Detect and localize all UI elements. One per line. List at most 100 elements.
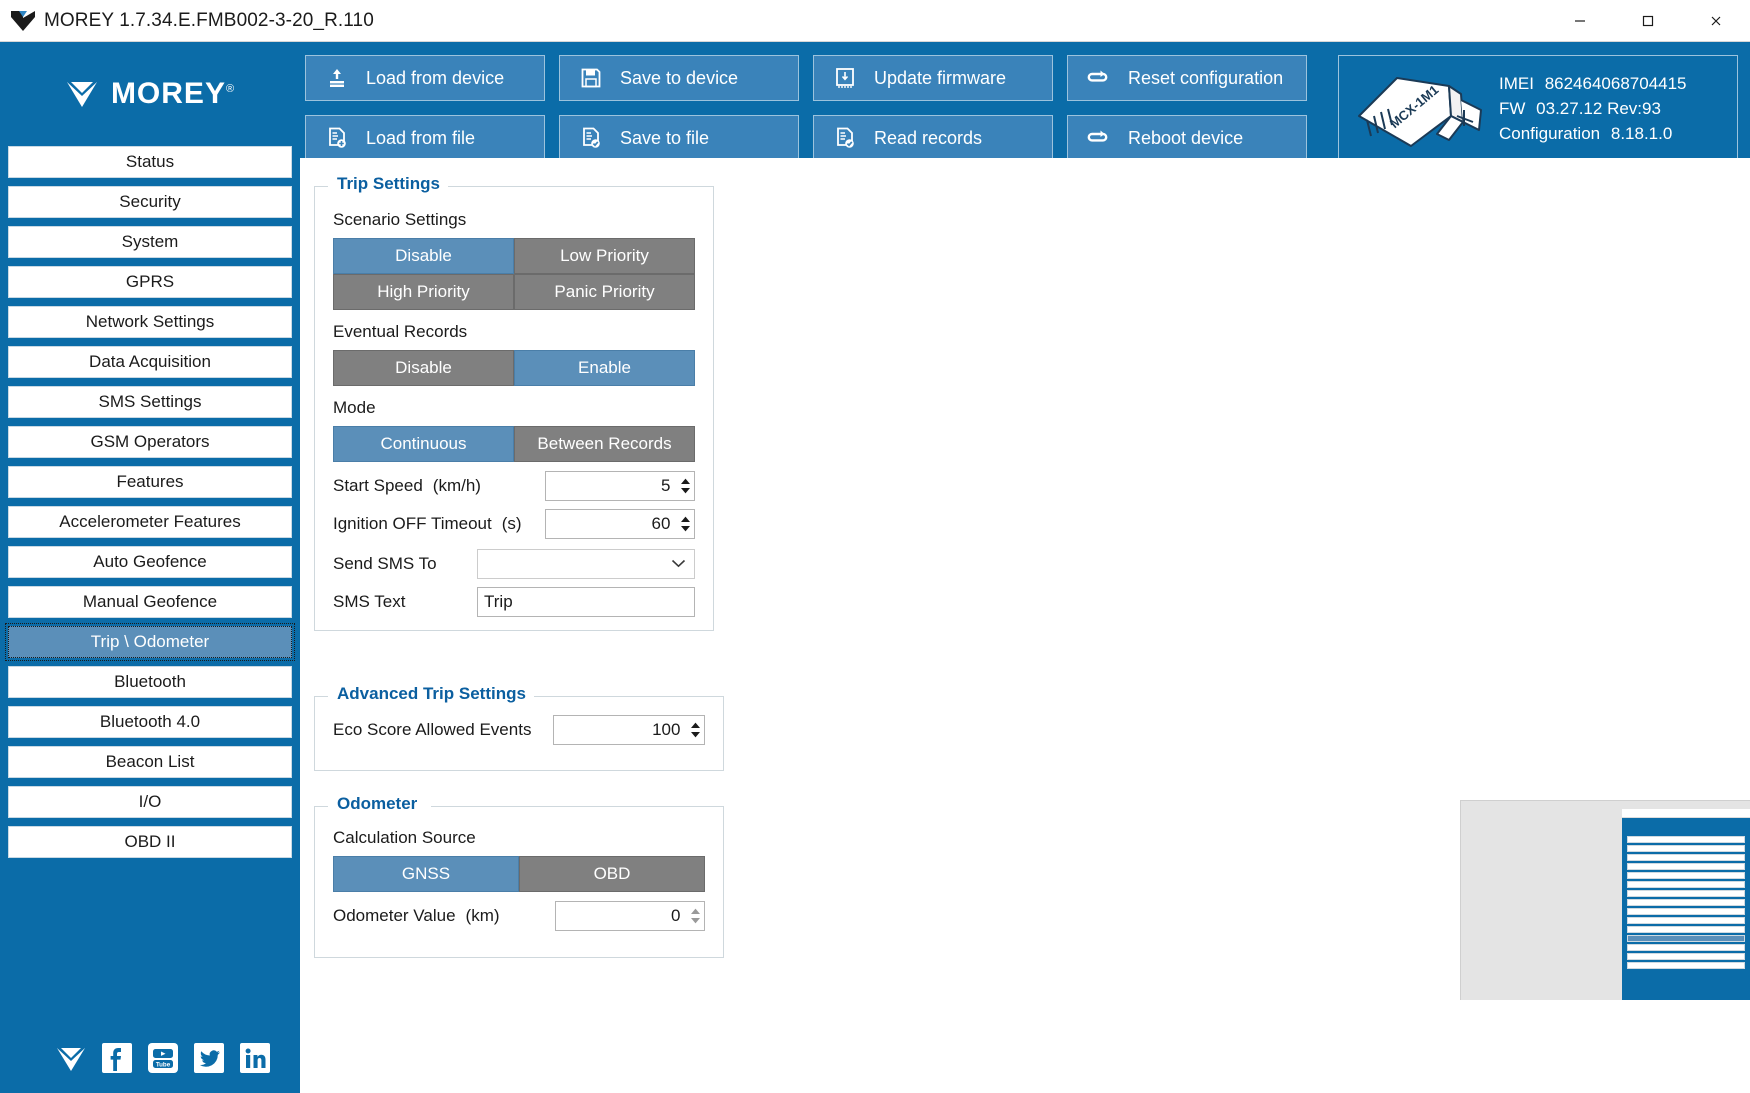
chevron-down-icon xyxy=(671,555,686,573)
scenario-panic-priority-button[interactable]: Panic Priority xyxy=(514,274,695,310)
sidebar-item-network-settings[interactable]: Network Settings xyxy=(8,306,292,338)
sidebar-item-label: Security xyxy=(119,192,181,211)
configuration-label: Configuration xyxy=(1499,123,1601,143)
sidebar-item-accelerometer-features[interactable]: Accelerometer Features xyxy=(8,506,292,538)
load-from-device-button[interactable]: Load from device xyxy=(305,55,545,101)
sidebar-item-gprs[interactable]: GPRS xyxy=(8,266,292,298)
ignition-off-timeout-spin-arrows[interactable] xyxy=(676,510,694,538)
eco-score-stepper[interactable] xyxy=(553,715,705,745)
sidebar-item-status[interactable]: Status xyxy=(8,146,292,178)
ignition-off-timeout-stepper[interactable] xyxy=(545,509,695,539)
tool-label: Save to file xyxy=(620,127,710,148)
reset-configuration-button[interactable]: Reset configuration xyxy=(1067,55,1307,101)
device-imei-line: IMEI 862464068704415 xyxy=(1499,71,1687,96)
title-bar: MOREY 1.7.34.E.FMB002-3-20_R.110 xyxy=(0,0,1750,42)
fw-value: 03.27.12 Rev:93 xyxy=(1536,98,1661,118)
brand-logo: MOREY® xyxy=(0,42,300,146)
advanced-trip-settings-title: Advanced Trip Settings xyxy=(329,684,534,704)
brand-name-text: MOREY xyxy=(110,77,226,110)
sidebar-item-manual-geofence[interactable]: Manual Geofence xyxy=(8,586,292,618)
scenario-disable-button[interactable]: Disable xyxy=(333,238,514,274)
svg-text:Tube: Tube xyxy=(156,1061,171,1068)
social-links: Tube xyxy=(54,1041,272,1075)
taskbar-preview-row-selected xyxy=(1627,935,1745,942)
taskbar-preview-thumbnail[interactable] xyxy=(1460,800,1750,1000)
sidebar-item-gsm-operators[interactable]: GSM Operators xyxy=(8,426,292,458)
save-to-device-button[interactable]: Save to device xyxy=(559,55,799,101)
scenario-settings-row-1: Disable Low Priority xyxy=(333,238,695,274)
sidebar-item-label: Features xyxy=(116,472,184,491)
sidebar-item-label: GPRS xyxy=(125,272,175,291)
mode-row: Continuous Between Records xyxy=(333,426,695,462)
imei-label: IMEI xyxy=(1499,73,1534,93)
ignition-off-timeout-input[interactable] xyxy=(546,510,677,538)
sidebar-item-security[interactable]: Security xyxy=(8,186,292,218)
calculation-source-obd-button[interactable]: OBD xyxy=(519,856,705,892)
start-speed-input[interactable] xyxy=(546,472,677,500)
ignition-off-timeout-row: Ignition OFF Timeout (s) xyxy=(333,508,695,540)
start-speed-spin-arrows[interactable] xyxy=(676,472,694,500)
facebook-icon[interactable] xyxy=(100,1041,134,1075)
mode-between-records-button[interactable]: Between Records xyxy=(514,426,695,462)
sidebar-item-obd-ii[interactable]: OBD II xyxy=(8,826,292,858)
seg-label: Between Records xyxy=(537,434,672,453)
group-top-border xyxy=(533,696,723,697)
close-button[interactable] xyxy=(1682,0,1750,42)
sidebar-item-label: Status xyxy=(125,152,175,171)
update-firmware-button[interactable]: Update firmware xyxy=(813,55,1053,101)
morey-logo-icon xyxy=(10,9,36,33)
window-controls xyxy=(1546,0,1750,42)
sidebar-item-label: System xyxy=(121,232,179,251)
odometer-value-input[interactable] xyxy=(556,902,687,930)
trip-settings-title: Trip Settings xyxy=(329,174,448,194)
odometer-value-stepper[interactable] xyxy=(555,901,705,931)
morey-mail-icon[interactable] xyxy=(54,1041,88,1075)
start-speed-stepper[interactable] xyxy=(545,471,695,501)
eventual-disable-button[interactable]: Disable xyxy=(333,350,514,386)
sidebar-item-label: Accelerometer Features xyxy=(59,512,241,531)
device-info-panel: MCX-1M1 IMEI 862464068704415 FW 03.27.12… xyxy=(1338,55,1738,161)
mode-label: Mode xyxy=(333,398,376,417)
group-top-border xyxy=(420,186,713,187)
youtube-icon[interactable]: Tube xyxy=(146,1041,180,1075)
eco-score-input[interactable] xyxy=(554,716,687,744)
calculation-source-row: GNSS OBD xyxy=(333,856,705,892)
linkedin-icon[interactable] xyxy=(238,1041,272,1075)
save-to-file-button[interactable]: Save to file xyxy=(559,115,799,161)
load-from-file-button[interactable]: Load from file xyxy=(305,115,545,161)
taskbar-preview-row xyxy=(1627,890,1745,897)
odometer-value-spin-arrows[interactable] xyxy=(686,902,704,930)
sidebar-item-data-acquisition[interactable]: Data Acquisition xyxy=(8,346,292,378)
sidebar-item-bluetooth-40[interactable]: Bluetooth 4.0 xyxy=(8,706,292,738)
trip-settings-group: Trip Settings Scenario Settings Disable … xyxy=(314,174,714,631)
sidebar-item-system[interactable]: System xyxy=(8,226,292,258)
sms-text-input[interactable] xyxy=(484,592,694,612)
reboot-device-button[interactable]: Reboot device xyxy=(1067,115,1307,161)
sidebar-item-beacon-list[interactable]: Beacon List xyxy=(8,746,292,778)
sms-text-row: SMS Text xyxy=(333,586,695,618)
taskbar-preview-row xyxy=(1627,845,1745,852)
sidebar-item-features[interactable]: Features xyxy=(8,466,292,498)
send-sms-to-dropdown[interactable] xyxy=(477,549,695,579)
calculation-source-gnss-button[interactable]: GNSS xyxy=(333,856,519,892)
sidebar-nav: Status Security System GPRS Network Sett… xyxy=(0,146,300,858)
sidebar-item-auto-geofence[interactable]: Auto Geofence xyxy=(8,546,292,578)
sidebar-item-trip-odometer[interactable]: Trip \ Odometer xyxy=(5,623,295,661)
mode-continuous-button[interactable]: Continuous xyxy=(333,426,514,462)
twitter-icon[interactable] xyxy=(192,1041,226,1075)
sms-text-field[interactable] xyxy=(477,587,695,617)
scenario-low-priority-button[interactable]: Low Priority xyxy=(514,238,695,274)
taskbar-preview-row xyxy=(1627,854,1745,861)
scenario-high-priority-button[interactable]: High Priority xyxy=(333,274,514,310)
sidebar-item-sms-settings[interactable]: SMS Settings xyxy=(8,386,292,418)
eco-score-row: Eco Score Allowed Events xyxy=(333,714,705,746)
minimize-button[interactable] xyxy=(1546,0,1614,42)
eventual-enable-button[interactable]: Enable xyxy=(514,350,695,386)
eco-score-spin-arrows[interactable] xyxy=(686,716,704,744)
sidebar-item-bluetooth[interactable]: Bluetooth xyxy=(8,666,292,698)
scenario-settings-row-2: High Priority Panic Priority xyxy=(333,274,695,310)
maximize-button[interactable] xyxy=(1614,0,1682,42)
sidebar-item-io[interactable]: I/O xyxy=(8,786,292,818)
seg-label: Disable xyxy=(395,358,452,377)
read-records-button[interactable]: Read records xyxy=(813,115,1053,161)
